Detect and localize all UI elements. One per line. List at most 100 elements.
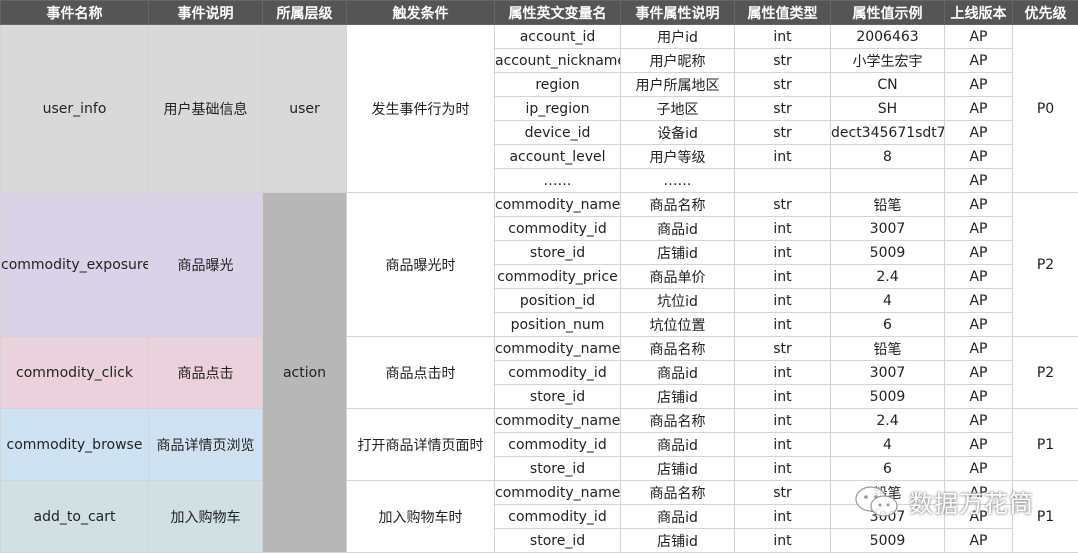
release-version: AP	[945, 505, 1013, 529]
attr-label: 商品id	[621, 361, 735, 385]
attr-var: account_nickname	[495, 49, 621, 73]
attr-var: position_num	[495, 313, 621, 337]
release-version: AP	[945, 265, 1013, 289]
header-cell: 事件说明	[149, 1, 263, 25]
event-name: commodity_click	[1, 337, 149, 409]
event-name: user_info	[1, 25, 149, 193]
event-layer: user	[263, 25, 347, 193]
release-version: AP	[945, 529, 1013, 553]
header-cell: 属性英文变量名	[495, 1, 621, 25]
attr-type: int	[735, 241, 831, 265]
attr-var: ip_region	[495, 97, 621, 121]
attr-var: store_id	[495, 241, 621, 265]
attr-type: int	[735, 457, 831, 481]
priority: P0	[1013, 25, 1078, 193]
release-version: AP	[945, 145, 1013, 169]
priority: P2	[1013, 193, 1078, 337]
priority: P1	[1013, 481, 1078, 553]
attr-var: account_id	[495, 25, 621, 49]
table-row: commodity_click 商品点击 商品点击时 commodity_nam…	[1, 337, 1078, 361]
attr-example: 4	[831, 433, 945, 457]
event-desc: 商品曝光	[149, 193, 263, 337]
attr-example	[831, 169, 945, 193]
attr-var: commodity_name	[495, 193, 621, 217]
attr-var: region	[495, 73, 621, 97]
attr-example: 2006463	[831, 25, 945, 49]
header-cell: 优先级	[1013, 1, 1078, 25]
attr-type: str	[735, 73, 831, 97]
attr-example: 8	[831, 145, 945, 169]
attr-var: position_id	[495, 289, 621, 313]
attr-label: 子地区	[621, 97, 735, 121]
attr-label: ……	[621, 169, 735, 193]
attr-var: commodity_id	[495, 217, 621, 241]
attr-var: commodity_id	[495, 361, 621, 385]
attr-var: commodity_price	[495, 265, 621, 289]
attr-example: SH	[831, 97, 945, 121]
event-name: commodity_exposure	[1, 193, 149, 337]
attr-type: str	[735, 337, 831, 361]
attr-type: str	[735, 193, 831, 217]
release-version: AP	[945, 25, 1013, 49]
release-version: AP	[945, 169, 1013, 193]
attr-example: 2.4	[831, 409, 945, 433]
attr-example: CN	[831, 73, 945, 97]
attr-type: int	[735, 385, 831, 409]
attr-var: device_id	[495, 121, 621, 145]
header-cell: 所属层级	[263, 1, 347, 25]
release-version: AP	[945, 385, 1013, 409]
release-version: AP	[945, 49, 1013, 73]
trigger-condition: 商品点击时	[347, 337, 495, 409]
release-version: AP	[945, 457, 1013, 481]
attr-type: str	[735, 49, 831, 73]
attr-example: dect345671sdt790	[831, 121, 945, 145]
release-version: AP	[945, 241, 1013, 265]
attr-label: 店铺id	[621, 529, 735, 553]
table-row: commodity_browse 商品详情页浏览 打开商品详情页面时 commo…	[1, 409, 1078, 433]
attr-label: 商品名称	[621, 481, 735, 505]
event-tracking-table: 事件名称 事件说明 所属层级 触发条件 属性英文变量名 事件属性说明 属性值类型…	[0, 0, 1078, 553]
attr-label: 坑位位置	[621, 313, 735, 337]
attr-label: 商品id	[621, 505, 735, 529]
attr-var: commodity_id	[495, 433, 621, 457]
attr-var: commodity_name	[495, 337, 621, 361]
release-version: AP	[945, 433, 1013, 457]
attr-var: commodity_id	[495, 505, 621, 529]
attr-type: int	[735, 145, 831, 169]
header-cell: 事件名称	[1, 1, 149, 25]
attr-label: 用户id	[621, 25, 735, 49]
table-row: commodity_exposure 商品曝光 action 商品曝光时 com…	[1, 193, 1078, 217]
release-version: AP	[945, 73, 1013, 97]
header-cell: 事件属性说明	[621, 1, 735, 25]
attr-var: commodity_name	[495, 481, 621, 505]
attr-type: str	[735, 121, 831, 145]
attr-example: 4	[831, 289, 945, 313]
release-version: AP	[945, 361, 1013, 385]
release-version: AP	[945, 97, 1013, 121]
trigger-condition: 发生事件行为时	[347, 25, 495, 193]
table-row: user_info 用户基础信息 user 发生事件行为时 account_id…	[1, 25, 1078, 49]
attr-var: store_id	[495, 385, 621, 409]
attr-label: 店铺id	[621, 241, 735, 265]
attr-label: 设备id	[621, 121, 735, 145]
attr-type: int	[735, 529, 831, 553]
attr-var: store_id	[495, 457, 621, 481]
attr-label: 店铺id	[621, 457, 735, 481]
attr-type: int	[735, 217, 831, 241]
attr-example: 小学生宏宇	[831, 49, 945, 73]
attr-label: 商品id	[621, 433, 735, 457]
release-version: AP	[945, 409, 1013, 433]
event-desc: 用户基础信息	[149, 25, 263, 193]
attr-label: 商品名称	[621, 337, 735, 361]
attr-type: int	[735, 361, 831, 385]
attr-label: 商品单价	[621, 265, 735, 289]
attr-var: store_id	[495, 529, 621, 553]
attr-var: account_level	[495, 145, 621, 169]
attr-label: 用户昵称	[621, 49, 735, 73]
attr-type	[735, 169, 831, 193]
attr-var: commodity_name	[495, 409, 621, 433]
attr-label: 商品id	[621, 217, 735, 241]
release-version: AP	[945, 121, 1013, 145]
attr-type: int	[735, 409, 831, 433]
event-name: add_to_cart	[1, 481, 149, 553]
